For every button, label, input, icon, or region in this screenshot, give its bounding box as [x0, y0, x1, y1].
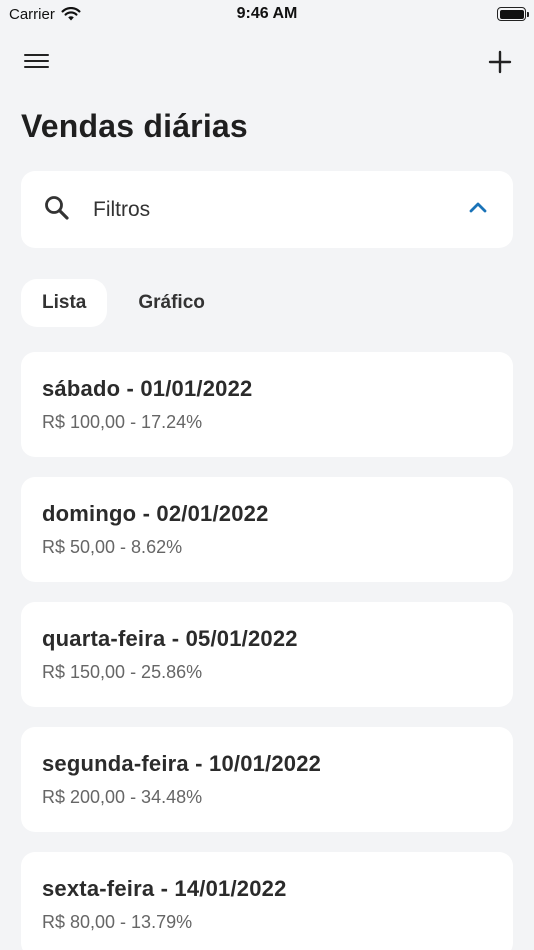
tab-lista[interactable]: Lista	[21, 279, 108, 327]
menu-button[interactable]	[22, 50, 52, 74]
hamburger-line	[24, 59, 49, 62]
list-item[interactable]: sexta-feira - 14/01/2022 R$ 80,00 - 13.7…	[21, 852, 513, 950]
filter-toggle[interactable]: Filtros	[21, 171, 513, 248]
hamburger-menu-icon	[24, 53, 49, 56]
chevron-up-icon[interactable]	[467, 199, 489, 215]
item-detail: R$ 200,00 - 34.48%	[42, 787, 203, 807]
item-title: domingo - 02/01/2022	[42, 501, 269, 526]
list-item[interactable]: segunda-feira - 10/01/2022 R$ 200,00 - 3…	[21, 727, 513, 832]
item-title: sábado - 01/01/2022	[42, 376, 253, 401]
tab-grafico[interactable]: Gráfico	[117, 279, 226, 327]
search-icon	[45, 196, 69, 220]
carrier-label: Carrier	[9, 5, 55, 23]
view-tabs: Lista Gráfico	[21, 279, 226, 327]
item-detail: R$ 80,00 - 13.79%	[42, 912, 193, 932]
item-title: sexta-feira - 14/01/2022	[42, 876, 287, 901]
list-item[interactable]: quarta-feira - 05/01/2022 R$ 150,00 - 25…	[21, 602, 513, 707]
status-bar: Carrier 9:46 AM	[0, 0, 534, 28]
item-detail: R$ 100,00 - 17.24%	[42, 412, 203, 432]
sales-list: sábado - 01/01/2022 R$ 100,00 - 17.24% d…	[21, 352, 513, 950]
item-detail: R$ 150,00 - 25.86%	[42, 662, 203, 682]
wifi-icon	[61, 7, 81, 21]
filter-label: Filtros	[93, 197, 151, 221]
status-left: Carrier	[9, 6, 81, 23]
battery-icon	[497, 7, 529, 21]
battery-level	[499, 9, 524, 19]
list-item[interactable]: domingo - 02/01/2022 R$ 50,00 - 8.62%	[21, 477, 513, 582]
app-screen: Carrier 9:46 AM Vendas diárias Filtros L…	[0, 0, 534, 950]
hamburger-line	[24, 65, 49, 68]
item-detail: R$ 50,00 - 8.62%	[42, 537, 183, 557]
nav-bar	[0, 44, 534, 80]
page-title: Vendas diárias	[21, 108, 248, 144]
list-item[interactable]: sábado - 01/01/2022 R$ 100,00 - 17.24%	[21, 352, 513, 457]
item-title: quarta-feira - 05/01/2022	[42, 626, 298, 651]
plus-icon[interactable]	[486, 48, 514, 76]
item-title: segunda-feira - 10/01/2022	[42, 751, 322, 776]
